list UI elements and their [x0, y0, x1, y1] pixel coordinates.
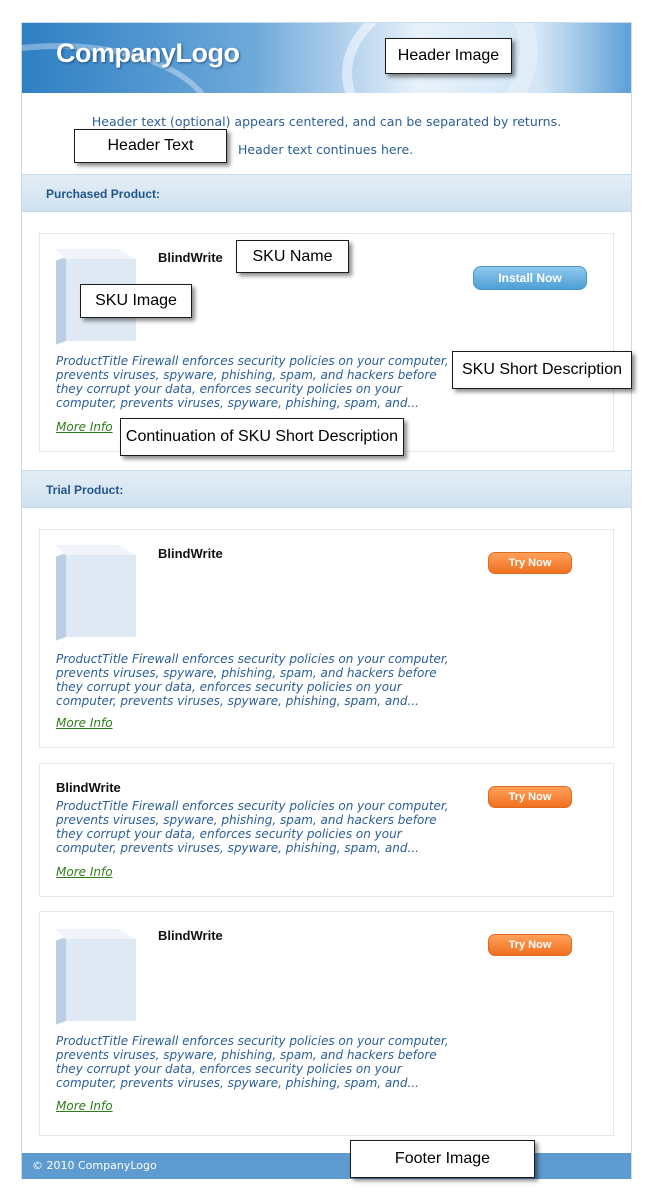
sku-short-description: ProductTitle Firewall enforces security …: [56, 1034, 456, 1090]
desc-line: ProductTitle Firewall enforces security …: [56, 799, 449, 813]
try-now-button[interactable]: Try Now: [488, 552, 572, 574]
sku-short-description: ProductTitle Firewall enforces security …: [56, 652, 456, 708]
sku-image: [56, 929, 138, 1025]
desc-line: prevents viruses, spyware, phishing, spa…: [56, 813, 437, 827]
desc-line: they corrupt your data, enforces securit…: [56, 1062, 402, 1076]
footer-copyright: © 2010 CompanyLogo: [32, 1159, 157, 1172]
header-text-line1: Header text (optional) appears centered,…: [91, 114, 562, 129]
sku-name: BlindWrite: [56, 780, 121, 795]
callout-header-text: Header Text: [74, 129, 227, 163]
callout-sku-short-description: SKU Short Description: [452, 351, 632, 389]
product-card: BlindWrite Try Now ProductTitle Firewall…: [39, 529, 614, 748]
desc-line: prevents viruses, spyware, phishing, spa…: [56, 368, 437, 382]
section-title: Purchased Product:: [46, 187, 161, 201]
footer-image: © 2010 CompanyLogo: [22, 1153, 631, 1179]
purchased-section-bar: Purchased Product:: [22, 174, 631, 212]
sku-name: BlindWrite: [158, 928, 223, 943]
more-info-link[interactable]: More Info: [56, 716, 113, 730]
try-now-button[interactable]: Try Now: [488, 934, 572, 956]
callout-sku-image: SKU Image: [80, 284, 192, 318]
desc-line: ProductTitle Firewall enforces security …: [56, 1034, 449, 1048]
more-info-link[interactable]: More Info: [56, 420, 113, 434]
desc-line: prevents viruses, spyware, phishing, spa…: [56, 1048, 437, 1062]
company-logo: CompanyLogo: [56, 38, 240, 68]
desc-line: they corrupt your data, enforces securit…: [56, 827, 402, 841]
header-text-line2: Header text continues here.: [238, 142, 414, 157]
desc-line: computer, prevents viruses, spyware, phi…: [56, 694, 419, 708]
callout-header-image: Header Image: [385, 38, 512, 74]
sku-short-description: ProductTitle Firewall enforces security …: [56, 354, 456, 410]
trial-section-bar: Trial Product:: [22, 470, 631, 508]
sku-name: BlindWrite: [158, 250, 223, 265]
desc-line: computer, prevents viruses, spyware, phi…: [56, 841, 419, 855]
more-info-link[interactable]: More Info: [56, 1099, 113, 1113]
sku-name: BlindWrite: [158, 546, 223, 561]
callout-sku-name: SKU Name: [236, 240, 349, 273]
desc-line: computer, prevents viruses, spyware, phi…: [56, 396, 419, 410]
desc-line: ProductTitle Firewall enforces security …: [56, 354, 449, 368]
desc-line: they corrupt your data, enforces securit…: [56, 382, 402, 396]
install-now-button[interactable]: Install Now: [473, 266, 587, 290]
product-card: BlindWrite Try Now ProductTitle Firewall…: [39, 911, 614, 1136]
product-card: BlindWrite Try Now ProductTitle Firewall…: [39, 763, 614, 897]
desc-line: they corrupt your data, enforces securit…: [56, 680, 402, 694]
section-title: Trial Product:: [46, 483, 124, 497]
more-info-link[interactable]: More Info: [56, 865, 113, 879]
sku-short-description: ProductTitle Firewall enforces security …: [56, 799, 456, 855]
callout-continuation: Continuation of SKU Short Description: [120, 418, 404, 456]
sku-image: [56, 545, 138, 641]
desc-line: ProductTitle Firewall enforces security …: [56, 652, 449, 666]
desc-line: prevents viruses, spyware, phishing, spa…: [56, 666, 437, 680]
callout-footer-image: Footer Image: [350, 1140, 535, 1178]
desc-line: computer, prevents viruses, spyware, phi…: [56, 1076, 419, 1090]
try-now-button[interactable]: Try Now: [488, 786, 572, 808]
